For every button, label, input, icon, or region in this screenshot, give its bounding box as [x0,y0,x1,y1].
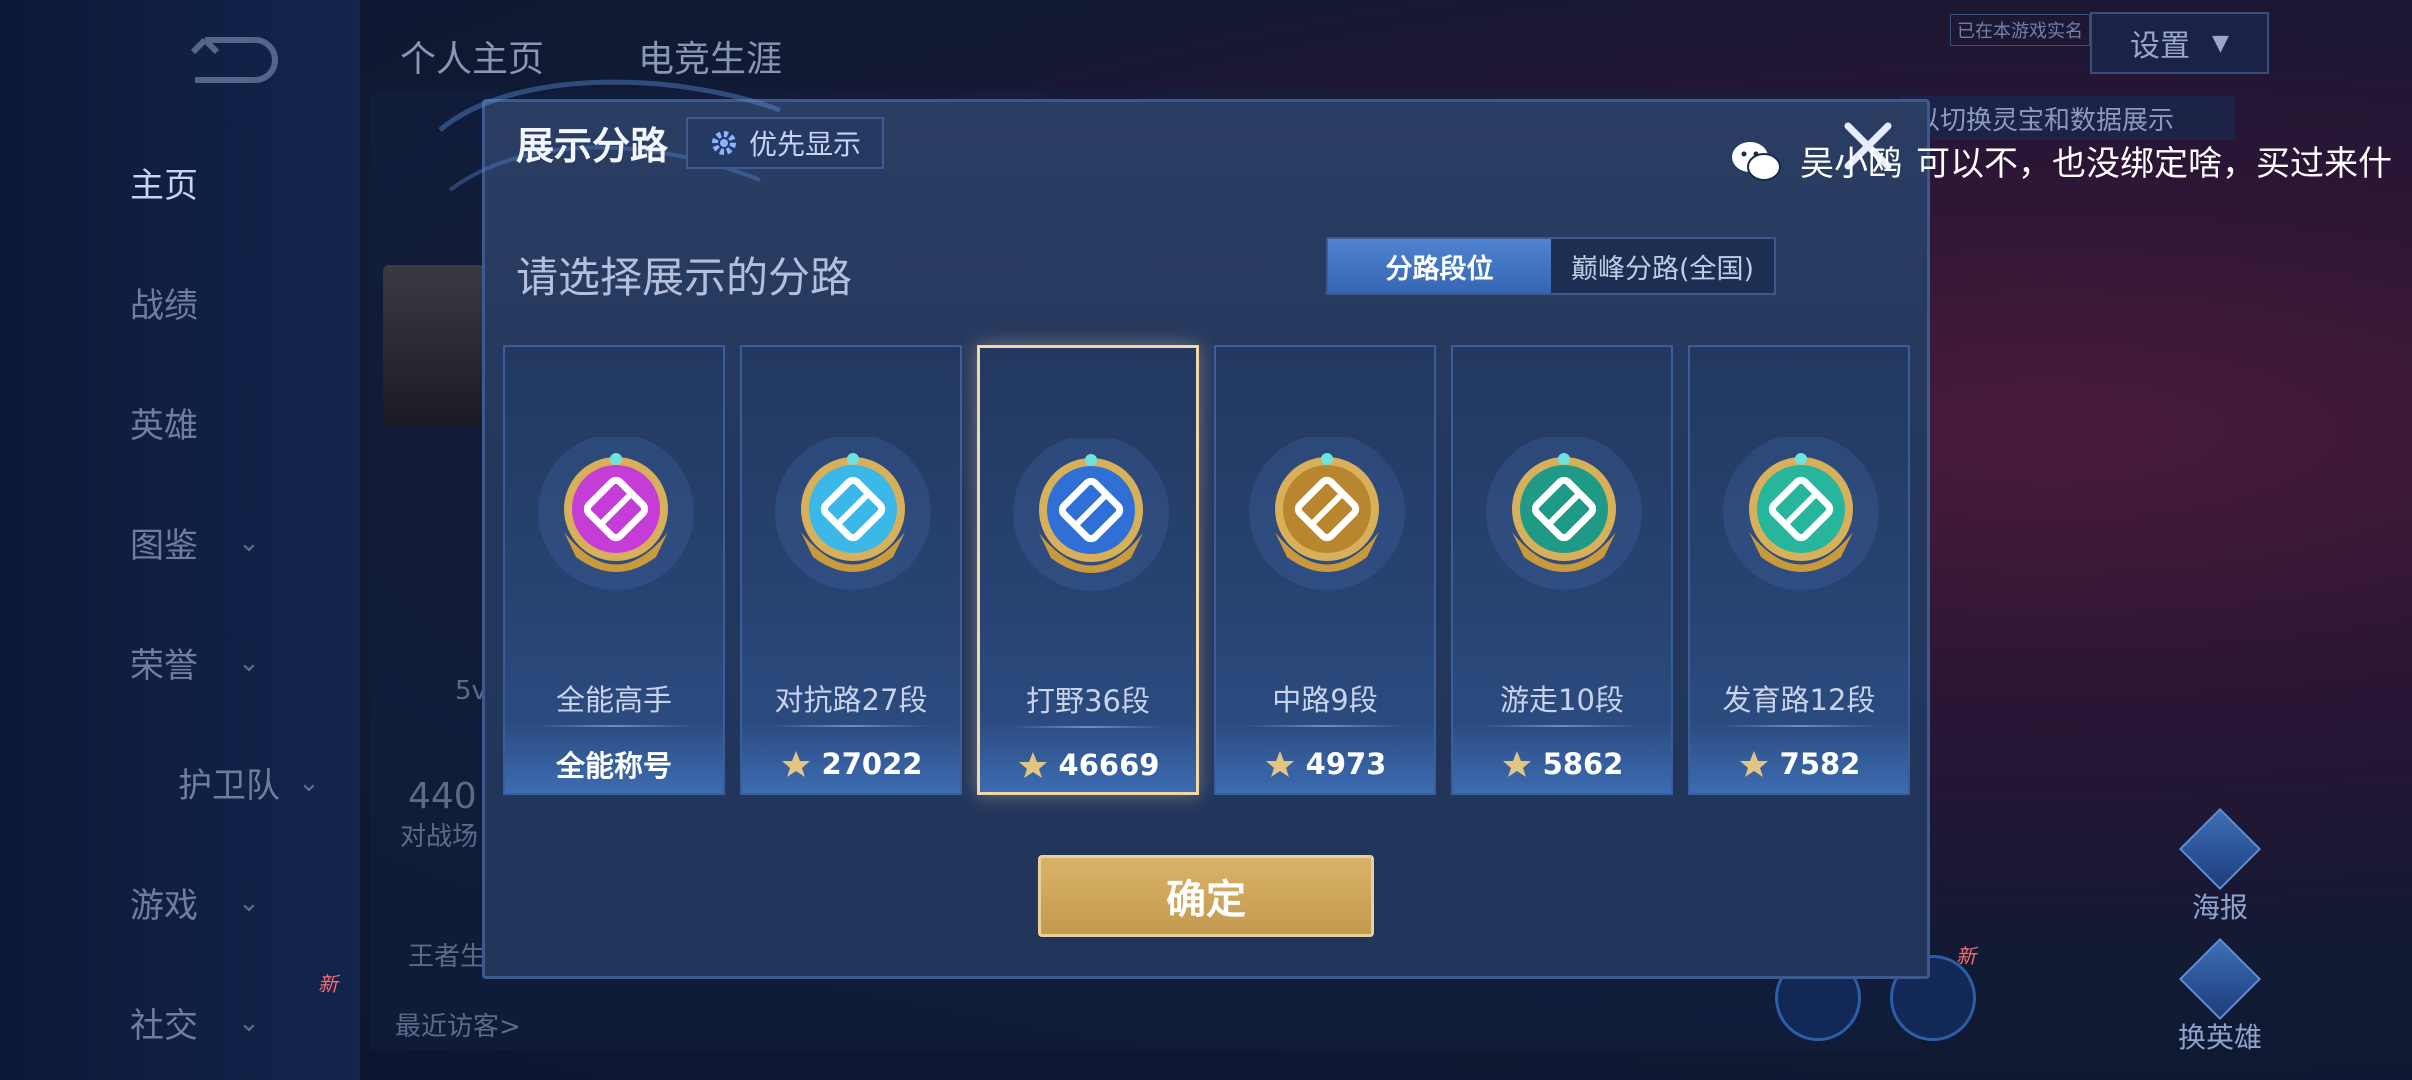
tab-peak-lane-national[interactable]: 巅峰分路(全国) [1551,239,1774,293]
lane-score: 5862 [1453,737,1671,791]
lane-card[interactable]: 全能高手 全能称号 [503,345,725,795]
new-badge: 新 [1956,944,1976,968]
lane-view-toggle: 分路段位 巅峰分路(全国) [1326,237,1776,295]
card-divider [1010,726,1166,728]
stat-label: 对战场 [400,822,479,852]
lane-card[interactable]: 发育路12段 7582 [1688,345,1910,795]
gear-icon [711,131,736,155]
back-arrow-icon[interactable] [185,30,280,85]
lane-rank-label: 打野36段 [1026,684,1150,718]
points-icon [1018,752,1047,778]
lane-rank-label: 发育路12段 [1722,683,1876,717]
switch-hero-button[interactable]: 换英雄 [2170,937,2270,1056]
chat-text: 可以不，也没绑定啥，买过来什 [1916,144,2392,184]
lane-rank-label: 对抗路27段 [774,683,928,717]
allround-badge-icon [538,437,694,590]
sidebar-item-label: 战绩 [130,286,198,326]
chevron-down-icon: ⌄ [238,647,260,678]
lane-card[interactable]: 游走10段 5862 [1451,345,1673,795]
card-divider [772,725,930,727]
sidebar-item-label: 英雄 [130,406,198,446]
sidebar-item-label: 社交 [130,1006,198,1046]
mid-lane-badge-icon [1249,437,1405,590]
sidebar-item-label: 图鉴 [130,526,198,566]
lane-card[interactable]: 打野36段 46669 [977,345,1199,795]
tab-lane-rank[interactable]: 分路段位 [1328,239,1551,293]
priority-display-label: 优先显示 [748,128,861,161]
lane-score: 7582 [1690,737,1908,791]
points-icon [1265,751,1294,777]
lane-rank-label: 中路9段 [1272,683,1378,717]
lane-score: 全能称号 [505,737,723,791]
new-badge: 新 [318,972,338,996]
points-icon [1502,751,1531,777]
sidebar-item-honor[interactable]: 荣誉 ⌄ [130,638,340,687]
switch-hero-icon [2178,937,2262,1021]
clash-lane-badge-icon [775,437,931,590]
card-divider [1720,725,1878,727]
modal-title: 展示分路 [516,124,669,168]
poster-button[interactable]: 海报 [2170,807,2270,926]
farm-lane-badge-icon [1723,437,1879,590]
chat-sender: 吴小鸥 [1800,144,1902,184]
lane-card[interactable]: 对抗路27段 27022 [740,345,962,795]
points-icon [781,751,810,777]
sidebar-item-games[interactable]: 游戏 ⌄ [130,878,340,927]
hint-bar: 以切换灵宝和数据展示 [1900,96,2235,140]
lane-score: 27022 [742,737,960,791]
sidebar-item-guard-team[interactable]: 护卫队 ⌄ [178,758,388,807]
chevron-down-icon: ⌄ [238,887,260,918]
lane-score-value: 4973 [1305,747,1387,781]
points-icon [1739,751,1768,777]
king-text: 王者生 [408,942,487,972]
wechat-icon [1732,141,1781,181]
confirm-button[interactable]: 确定 [1038,855,1374,937]
sidebar-item-label: 游戏 [130,886,198,926]
lane-card[interactable]: 中路9段 4973 [1214,345,1436,795]
roam-badge-icon [1486,437,1642,590]
chevron-down-icon: ▼ [2212,30,2229,56]
lane-score-value: 46669 [1058,748,1160,782]
chevron-down-icon: ⌄ [238,1007,260,1038]
poster-icon [2178,807,2262,891]
confirm-label: 确定 [1166,877,1246,923]
sidebar-item-codex[interactable]: 图鉴 ⌄ [130,518,340,567]
lane-score-value: 7582 [1779,747,1861,781]
select-lane-prompt: 请选择展示的分路 [516,253,853,302]
settings-button[interactable]: 设置 ▼ [2090,12,2269,74]
settings-label: 设置 [2130,29,2191,64]
lane-score: 4973 [1216,737,1434,791]
realname-tag: 已在本游戏实名 [1950,14,2090,46]
lane-score-value: 全能称号 [555,749,672,783]
sidebar-item-record[interactable]: 战绩 [130,278,340,327]
lane-score: 46669 [980,738,1196,792]
lane-rank-label: 全能高手 [555,683,672,717]
card-divider [535,725,693,727]
sidebar-item-social[interactable]: 社交 ⌄ [130,998,340,1047]
sidebar-item-home[interactable]: 主页 [130,158,340,207]
chevron-down-icon: ⌄ [238,527,260,558]
avatar[interactable] [383,265,493,425]
jungle-badge-icon [1013,438,1169,591]
lane-rank-label: 游走10段 [1500,683,1624,717]
card-divider [1246,725,1404,727]
sidebar-item-label: 荣誉 [130,646,198,686]
sidebar-item-label: 主页 [130,166,198,206]
recent-visitors-link[interactable]: 最近访客> [395,1006,521,1043]
lane-score-value: 5862 [1542,747,1624,781]
poster-label: 海报 [2191,891,2248,924]
stat-value: 440 [408,776,477,817]
chevron-down-icon: ⌄ [298,767,320,798]
chat-notification: 吴小鸥 可以不，也没绑定啥，买过来什 [1730,136,2392,185]
sidebar-item-heroes[interactable]: 英雄 [130,398,340,447]
priority-display-button[interactable]: 优先显示 [686,117,884,169]
sidebar-item-label: 护卫队 [178,766,280,806]
card-divider [1483,725,1641,727]
lane-score-value: 27022 [821,747,923,781]
switch-hero-label: 换英雄 [2177,1021,2262,1054]
